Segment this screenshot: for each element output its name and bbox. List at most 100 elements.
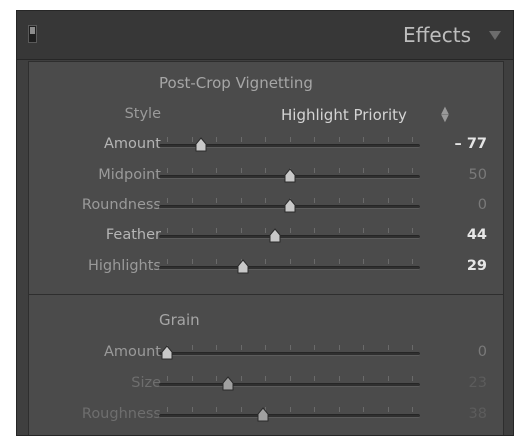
slider-thumb-icon[interactable] <box>282 168 298 184</box>
slider-tick <box>216 345 217 350</box>
slider-tick <box>167 259 168 264</box>
slider-tick <box>167 407 168 412</box>
slider-tick <box>289 376 291 381</box>
slider-tick <box>363 345 364 350</box>
slider-tick <box>240 407 242 412</box>
slider-thumb-icon[interactable] <box>282 198 298 214</box>
vignette-feather-slider-row: Feather 44 <box>29 225 503 249</box>
slider-label: Roughness <box>81 406 161 422</box>
slider-tick <box>412 168 413 173</box>
slider-tick <box>387 198 389 203</box>
slider-tick <box>338 168 340 173</box>
slider-tick <box>387 228 389 233</box>
slider-tick <box>265 376 266 381</box>
slider-tick <box>387 376 389 381</box>
slider-tick <box>387 345 389 350</box>
style-select[interactable]: Highlight Priority <box>281 106 407 124</box>
slider-tick <box>167 137 168 142</box>
slider-thumb-icon[interactable] <box>159 345 175 361</box>
slider-tick <box>216 407 217 412</box>
slider-thumb-icon[interactable] <box>235 259 251 275</box>
slider-track[interactable] <box>159 383 420 387</box>
slider-tick <box>265 168 266 173</box>
slider-ticks <box>159 407 420 412</box>
slider-tick <box>314 198 315 203</box>
slider-tick <box>363 407 364 412</box>
slider-tick <box>314 407 315 412</box>
slider-tick <box>412 259 413 264</box>
slider-label: Highlights <box>87 258 161 274</box>
slider-tick <box>338 259 340 264</box>
panel-title: Effects <box>403 23 471 47</box>
vignette-amount-slider-row: Amount – 77 <box>29 134 503 158</box>
slider-tick <box>363 376 364 381</box>
slider-track[interactable] <box>159 352 420 356</box>
slider-value[interactable]: 29 <box>467 258 487 274</box>
slider-tick <box>363 198 364 203</box>
slider-track[interactable] <box>159 266 420 270</box>
slider-tick <box>265 198 266 203</box>
slider-tick <box>289 259 291 264</box>
slider-tick <box>167 228 168 233</box>
slider-tick <box>240 345 242 350</box>
slider-thumb-icon[interactable] <box>255 407 271 423</box>
panel-header[interactable]: Effects <box>17 11 513 60</box>
slider-tick <box>363 259 364 264</box>
up-down-arrows-icon[interactable]: ▲ ▼ <box>439 106 451 125</box>
slider-track[interactable] <box>159 235 420 239</box>
slider-track[interactable] <box>159 414 420 418</box>
post-crop-vignetting-section: Post-Crop Vignetting Style Highlight Pri… <box>28 61 504 295</box>
slider-tick <box>191 198 193 203</box>
slider-tick <box>191 259 193 264</box>
slider-tick <box>412 228 413 233</box>
panel-toggle-icon[interactable] <box>28 25 37 43</box>
grain-roughness-slider-row: Roughness 38 <box>29 404 503 428</box>
slider-tick <box>240 376 242 381</box>
slider-tick <box>216 228 217 233</box>
slider-tick <box>412 198 413 203</box>
vignette-midpoint-slider-row: Midpoint 50 <box>29 165 503 189</box>
slider-tick <box>289 228 291 233</box>
slider-value[interactable]: 0 <box>478 344 487 360</box>
slider-tick <box>240 137 242 142</box>
slider-thumb-icon[interactable] <box>267 228 283 244</box>
slider-tick <box>265 345 266 350</box>
slider-thumb-icon[interactable] <box>220 376 236 392</box>
slider-tick <box>240 198 242 203</box>
slider-tick <box>167 376 168 381</box>
slider-tick <box>387 168 389 173</box>
slider-value[interactable]: 38 <box>469 406 487 422</box>
slider-tick <box>314 259 315 264</box>
slider-tick <box>363 228 364 233</box>
section-title: Post-Crop Vignetting <box>159 74 313 92</box>
slider-value[interactable]: – 77 <box>455 136 487 152</box>
slider-tick <box>191 407 193 412</box>
slider-tick <box>363 168 364 173</box>
section-title: Grain <box>159 311 200 329</box>
vignette-highlights-slider-row: Highlights 29 <box>29 256 503 280</box>
slider-tick <box>412 407 413 412</box>
slider-value[interactable]: 23 <box>469 375 487 391</box>
slider-tick <box>314 168 315 173</box>
slider-value[interactable]: 0 <box>478 197 487 213</box>
slider-value[interactable]: 44 <box>467 227 487 243</box>
collapse-triangle-icon[interactable] <box>489 31 501 40</box>
slider-ticks <box>159 259 420 264</box>
slider-tick <box>289 345 291 350</box>
slider-tick <box>216 259 217 264</box>
slider-tick <box>191 376 193 381</box>
slider-tick <box>412 137 413 142</box>
slider-thumb-icon[interactable] <box>193 137 209 153</box>
slider-tick <box>387 137 389 142</box>
slider-tick <box>314 137 315 142</box>
slider-tick <box>314 345 315 350</box>
slider-tick <box>338 198 340 203</box>
slider-tick <box>387 259 389 264</box>
slider-value[interactable]: 50 <box>469 167 487 183</box>
slider-tick <box>167 198 168 203</box>
slider-tick <box>191 168 193 173</box>
slider-tick <box>338 228 340 233</box>
slider-tick <box>216 137 217 142</box>
slider-tick <box>338 407 340 412</box>
slider-tick <box>412 345 413 350</box>
